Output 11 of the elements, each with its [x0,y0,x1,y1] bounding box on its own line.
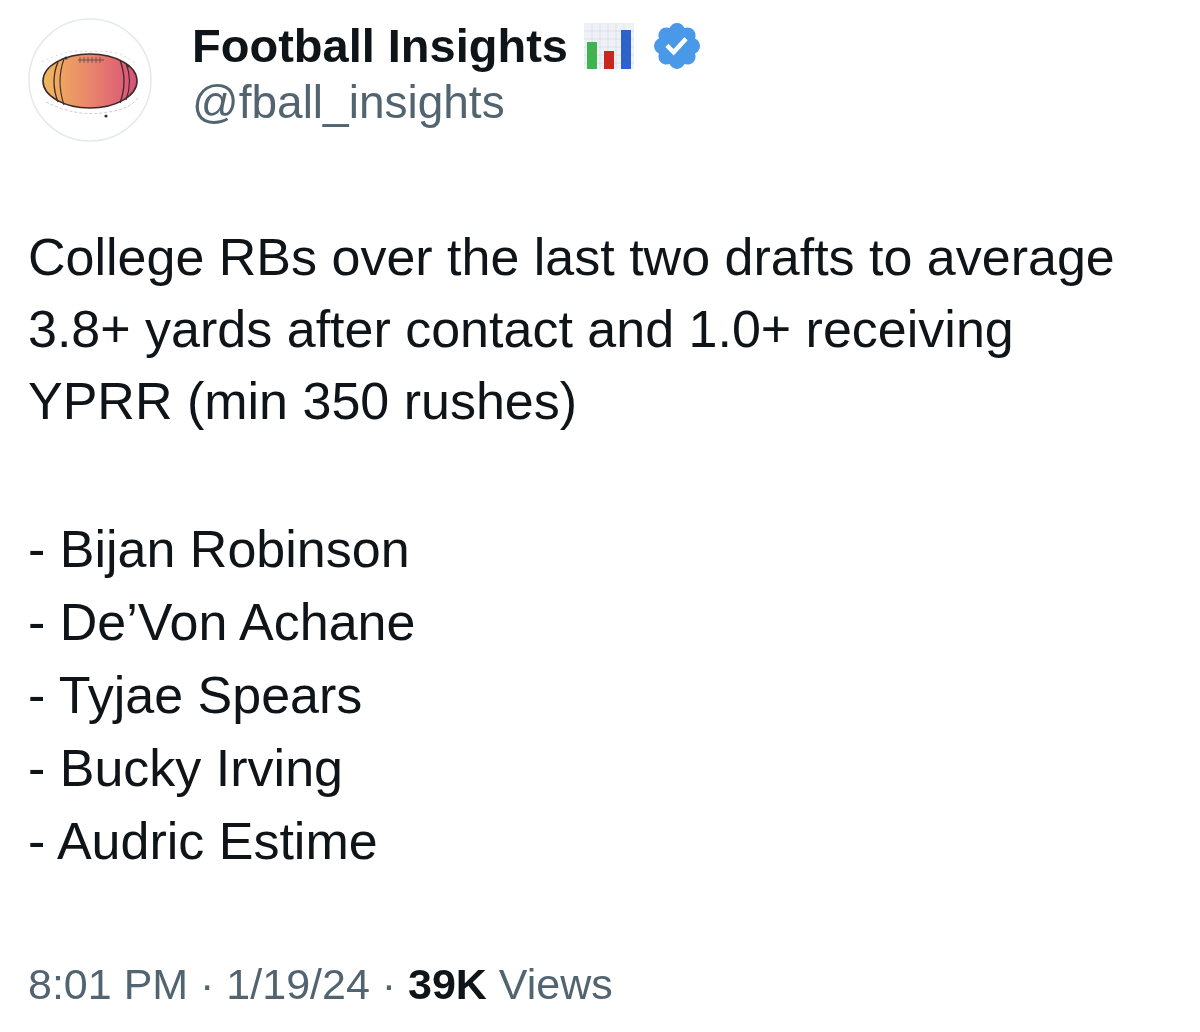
list-item-text: - Bucky Irving [28,738,343,799]
tweet-text: College RBs over the last two drafts to average 3.8+ yards after contact and 1.0+ receiving YPRR (min 350 rushes) [28,227,1116,432]
user-handle[interactable]: @fball_insights [192,74,700,130]
bar-chart-icon [584,23,634,69]
football-avatar-icon[interactable] [28,18,152,142]
tweet-timestamp-views: 8:01 PM · 1/19/24 · 39K Views [28,959,613,1010]
display-name[interactable]: Football Insights [192,18,568,74]
list-item-text: - Tyjae Spears [28,665,363,726]
list-item-text: - Bijan Robinson [28,519,410,580]
list-item-text: - Audric Estime [28,811,378,872]
list-item-text: - De’Von Achane [28,592,416,653]
